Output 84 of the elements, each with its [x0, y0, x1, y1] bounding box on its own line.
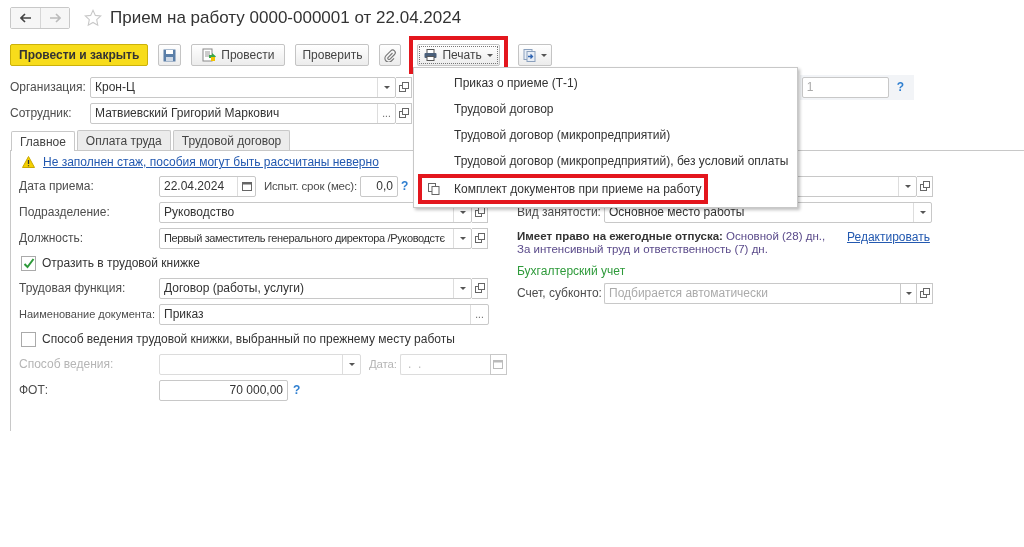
copy-icon [428, 183, 440, 195]
field-label: Дата: [369, 358, 397, 370]
caret-icon [383, 85, 390, 89]
caret-icon [348, 362, 355, 366]
caret-icon [905, 291, 912, 295]
warning-icon [22, 156, 35, 168]
vacation-text: Имеет право на ежегодные отпуска: Основной (28) дн., За интенсивный труд и ответственность (7) дн. [517, 230, 827, 257]
check-button[interactable]: Проверить [295, 44, 370, 66]
checkbox-label: Способ ведения трудовой книжки, выбранный по прежнему месту работы [42, 332, 455, 346]
select-button[interactable]: ... [377, 103, 395, 123]
save-button[interactable] [158, 44, 182, 66]
field-value: Матвиевский Григорий Маркович [94, 106, 281, 120]
menu-item[interactable]: Трудовой договор (микропредприятий), без условий оплаты [414, 148, 797, 174]
section-heading: Бухгалтерский учет [517, 264, 627, 278]
tab[interactable]: Главное [11, 131, 75, 151]
department-field[interactable]: Руководство [159, 201, 472, 223]
paperclip-icon [384, 48, 397, 62]
payroll-field[interactable]: 70 000,00 [159, 379, 288, 401]
menu-item[interactable]: Приказ о приеме (Т-1) [414, 70, 797, 96]
post-button[interactable]: Провести [191, 44, 286, 66]
field-value: Договор (работы, услуги) [163, 281, 305, 295]
back-button[interactable] [11, 8, 40, 28]
field-value: 70 000,00 [228, 383, 284, 397]
date-field[interactable]: 22.04.2024 [159, 175, 256, 197]
field-value: Основное место работы [608, 205, 746, 219]
star-icon[interactable] [84, 9, 102, 27]
field-value: 1 [805, 80, 815, 94]
edit-link[interactable]: Редактировать [847, 230, 930, 260]
help-link[interactable]: ? [896, 80, 904, 94]
field-label: Организация: [10, 80, 87, 94]
field-value: Первый заместитель генерального директора /Руководстє [163, 232, 446, 244]
document-post-icon [202, 48, 217, 62]
warning-link[interactable]: Не заполнен стаж, пособия могут быть рассчитаны неверно [43, 155, 379, 169]
field-label: Наименование документа: [19, 308, 156, 320]
probation-field[interactable]: 0,0 [359, 175, 398, 197]
checkbox[interactable] [21, 255, 36, 271]
select-button[interactable]: ... [470, 304, 488, 324]
caret-icon [919, 210, 926, 214]
field-label: Способ ведения: [19, 357, 115, 371]
menu-item[interactable]: Комплект документов при приеме на работу [418, 174, 708, 204]
help-link[interactable]: ? [293, 383, 301, 397]
account-field[interactable]: Подбирается автоматически [604, 282, 900, 304]
caret-icon [459, 286, 466, 290]
employee-field[interactable]: Матвиевский Григорий Маркович ... [90, 102, 396, 124]
field-value: Крон-Ц [94, 80, 136, 94]
method-field[interactable] [159, 353, 361, 375]
more-actions-button[interactable] [517, 44, 552, 66]
field-value: 0,0 [375, 179, 394, 193]
calendar-icon [241, 181, 252, 191]
checkbox[interactable] [21, 331, 36, 347]
field-value: Приказ [163, 307, 205, 321]
field-label: Дата приема: [19, 179, 95, 193]
organization-field[interactable]: Крон-Ц [90, 76, 396, 98]
menu-item[interactable]: Трудовой договор [414, 96, 797, 122]
field-label: Должность: [19, 231, 85, 245]
window-title: Прием на работу 0000-000001 от 22.04.2024 [110, 8, 462, 28]
forward-arrow-icon [49, 13, 61, 23]
field-label: Испыт. срок (мес): [264, 180, 357, 192]
caret-icon [486, 53, 493, 57]
field-label: Подразделение: [19, 205, 111, 219]
post-and-close-button[interactable]: Провести и закрыть [10, 44, 149, 66]
position-field[interactable]: Первый заместитель генерального директора /Руководстє [159, 227, 472, 249]
labor-function-field[interactable]: Договор (работы, услуги) [159, 277, 472, 299]
tab[interactable]: Оплата труда [76, 130, 171, 150]
field-value: Руководство [163, 205, 236, 219]
field-label: Счет, субконто: [517, 286, 603, 300]
checkbox-label: Отразить в трудовой книжке [42, 256, 200, 270]
back-arrow-icon [19, 13, 32, 23]
field-value: 22.04.2024 [163, 179, 226, 193]
caret-icon [904, 184, 911, 188]
dropdown-button[interactable] [900, 282, 917, 304]
caret-icon [540, 53, 547, 57]
help-link[interactable]: ? [400, 179, 409, 193]
document-name-field[interactable]: Приказ ... [159, 303, 489, 325]
field-label: ФОТ: [19, 383, 50, 397]
field-label: Трудовая функция: [19, 281, 127, 295]
attach-button[interactable] [379, 44, 402, 66]
menu-item[interactable]: Трудовой договор (микропредприятий) [414, 122, 797, 148]
print-button[interactable]: Печать [417, 44, 500, 66]
printer-icon [424, 49, 438, 61]
caret-icon [459, 236, 466, 240]
field-label: Сотрудник: [10, 106, 73, 120]
calendar-icon [493, 359, 504, 369]
tab[interactable]: Трудовой договор [172, 130, 291, 150]
